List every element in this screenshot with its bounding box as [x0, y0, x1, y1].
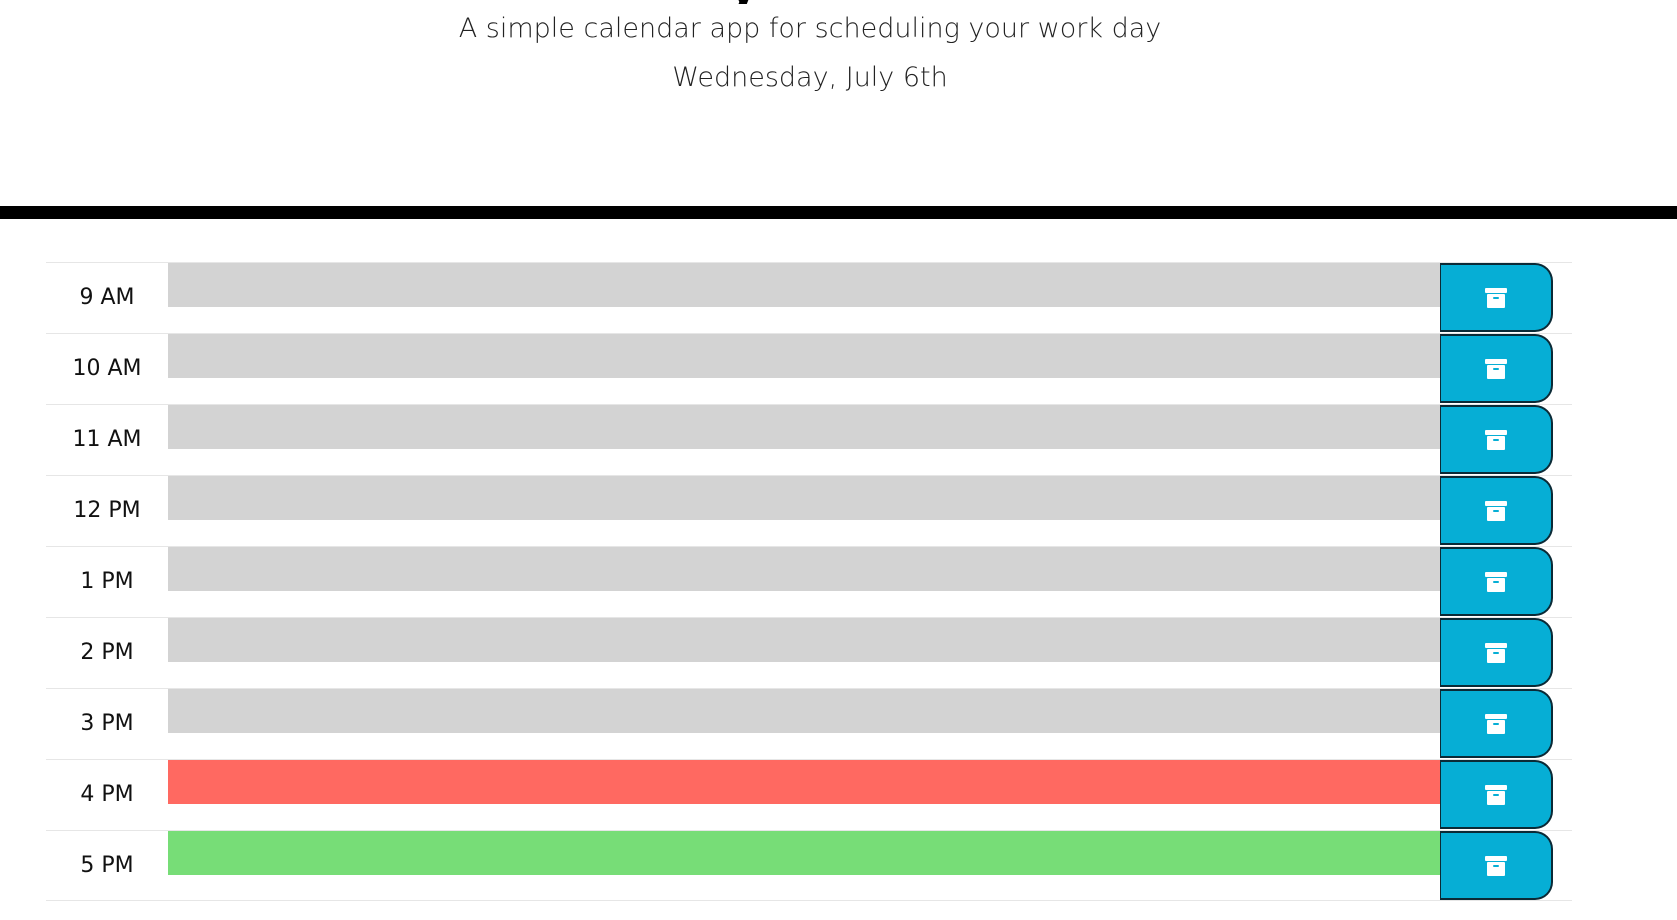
save-button[interactable] [1440, 831, 1553, 900]
current-day: Wednesday, July 6th [672, 62, 948, 93]
page-header: y A simple calendar app for scheduling y… [0, 0, 1677, 219]
event-description-input[interactable] [168, 689, 1440, 733]
time-block-row: 9 AM [46, 262, 1572, 333]
hour-label: 4 PM [80, 782, 134, 807]
archive-icon [1485, 855, 1507, 876]
hour-label: 10 AM [72, 356, 142, 381]
save-button[interactable] [1440, 689, 1553, 758]
save-button[interactable] [1440, 334, 1553, 403]
archive-icon [1485, 713, 1507, 734]
hour-label: 5 PM [80, 853, 134, 878]
save-button[interactable] [1440, 476, 1553, 545]
event-description-input[interactable] [168, 263, 1440, 307]
archive-icon [1485, 784, 1507, 805]
page-title: y [726, 0, 760, 4]
save-button[interactable] [1440, 618, 1553, 687]
save-button[interactable] [1440, 760, 1553, 829]
hour-label: 1 PM [80, 569, 134, 594]
hour-label: 9 AM [79, 285, 135, 310]
event-description-input[interactable] [168, 547, 1440, 591]
time-block-row: 5 PM [46, 830, 1572, 901]
event-description-input[interactable] [168, 760, 1440, 804]
time-block-row: 4 PM [46, 759, 1572, 830]
event-description-input[interactable] [168, 476, 1440, 520]
hour-label: 11 AM [72, 427, 142, 452]
archive-icon [1485, 429, 1507, 450]
tagline: A simple calendar app for scheduling you… [458, 13, 1162, 44]
save-button[interactable] [1440, 263, 1553, 332]
schedule-container: 9 AM 10 AM 11 AM 12 PM 1 PM 2 PM 3 PM 4 PM 5 PM [46, 262, 1572, 901]
archive-icon [1485, 571, 1507, 592]
hour-label: 2 PM [80, 640, 134, 665]
event-description-input[interactable] [168, 618, 1440, 662]
time-block-row: 10 AM [46, 333, 1572, 404]
time-block-row: 2 PM [46, 617, 1572, 688]
time-block-row: 12 PM [46, 475, 1572, 546]
time-block-row: 3 PM [46, 688, 1572, 759]
event-description-input[interactable] [168, 405, 1440, 449]
hour-label: 3 PM [80, 711, 134, 736]
save-button[interactable] [1440, 405, 1553, 474]
archive-icon [1485, 500, 1507, 521]
archive-icon [1485, 642, 1507, 663]
archive-icon [1485, 287, 1507, 308]
time-block-row: 1 PM [46, 546, 1572, 617]
archive-icon [1485, 358, 1507, 379]
event-description-input[interactable] [168, 831, 1440, 875]
event-description-input[interactable] [168, 334, 1440, 378]
save-button[interactable] [1440, 547, 1553, 616]
hour-label: 12 PM [73, 498, 141, 523]
time-block-row: 11 AM [46, 404, 1572, 475]
